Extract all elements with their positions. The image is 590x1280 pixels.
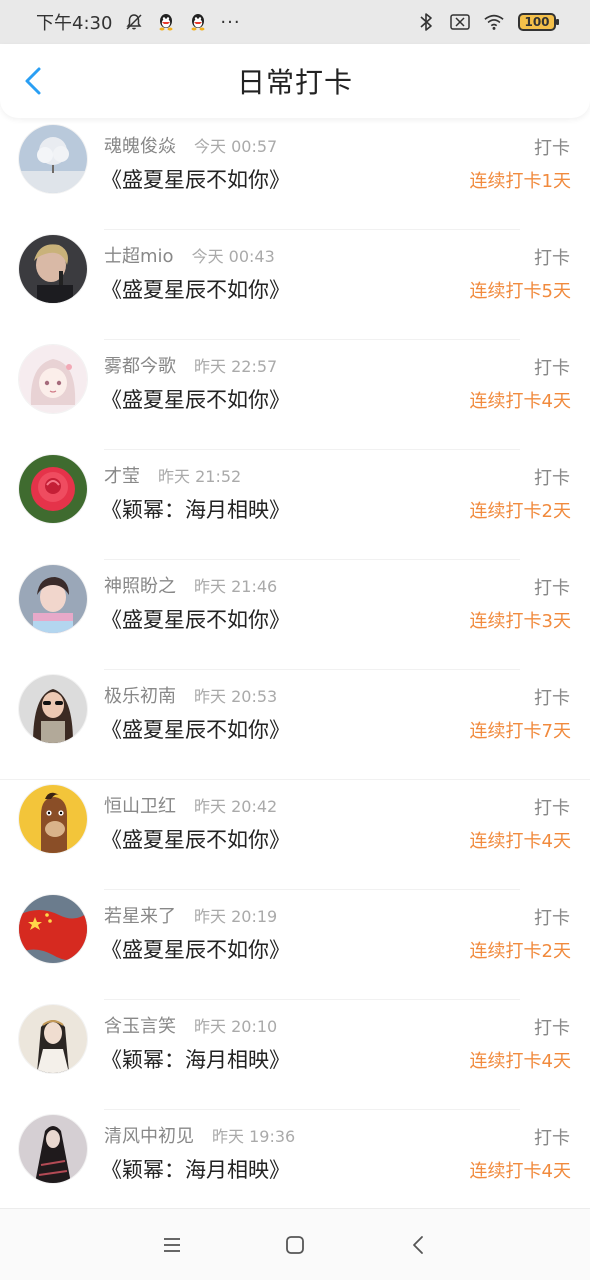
page-title: 日常打卡 [236,66,353,99]
list-item[interactable]: 含玉言笑 昨天 20:10 《颖幂：海月相映》 打卡 连续打卡4天 [0,1000,590,1110]
user-name[interactable]: 含玉言笑 [104,1012,176,1038]
wifi-icon [484,12,504,32]
status-left: 下午4:30 ··· [36,9,241,35]
streak-badge: 连续打卡2天 [469,941,571,962]
winter-tree-avatar[interactable] [19,125,87,193]
streak-badge: 连续打卡4天 [469,831,571,852]
book-title[interactable]: 《颖幂：海月相映》 [101,1044,290,1074]
checkin-time: 今天 00:43 [191,247,275,266]
home-button[interactable] [280,1230,310,1260]
more-notifications-dots: ··· [220,11,241,33]
checkin-time: 昨天 20:19 [194,907,278,926]
menu-icon [163,1237,180,1252]
list-item[interactable]: 清风中初见 昨天 19:36 《颖幂：海月相映》 打卡 连续打卡4天 [0,1110,590,1220]
user-name[interactable]: 若星来了 [104,902,176,928]
checkin-action-label: 打卡 [534,1018,570,1039]
menu-button[interactable] [157,1230,187,1260]
list-item[interactable]: 雾都今歌 昨天 22:57 《盛夏星辰不如你》 打卡 连续打卡4天 [0,340,590,450]
chevron-left-icon [25,67,41,95]
checkin-action-label: 打卡 [534,358,570,379]
checkin-action-label: 打卡 [534,798,570,819]
bell-off-icon [124,12,144,32]
checkin-time: 今天 00:57 [194,137,278,156]
qq-icon [188,12,208,32]
checkin-time: 昨天 21:46 [194,577,278,596]
user-name[interactable]: 清风中初见 [104,1122,194,1148]
book-title[interactable]: 《盛夏星辰不如你》 [101,824,290,854]
user-name[interactable]: 才莹 [104,462,140,488]
back-chevron-icon [413,1235,424,1254]
battery-level: 100 [524,15,550,29]
book-title[interactable]: 《颖幂：海月相映》 [101,494,290,524]
user-name[interactable]: 恒山卫红 [104,792,176,818]
book-title[interactable]: 《盛夏星辰不如你》 [101,164,290,194]
checkin-action-label: 打卡 [534,468,570,489]
sim-x-icon [450,12,470,32]
list-item[interactable]: 恒山卫红 昨天 20:42 《盛夏星辰不如你》 打卡 连续打卡4天 [0,780,590,890]
rose-avatar[interactable] [19,455,87,523]
user-name[interactable]: 极乐初南 [104,682,176,708]
book-title[interactable]: 《盛夏星辰不如你》 [101,384,290,414]
list-item[interactable]: 才莹 昨天 21:52 《颖幂：海月相映》 打卡 连续打卡2天 [0,450,590,560]
streak-badge: 连续打卡7天 [469,721,571,742]
qq-icon [156,12,176,32]
user-name[interactable]: 神照盼之 [104,572,176,598]
title-bar: 日常打卡 [0,44,590,118]
list-item[interactable]: 神照盼之 昨天 21:46 《盛夏星辰不如你》 打卡 连续打卡3天 [0,560,590,670]
checkin-action-label: 打卡 [534,908,570,929]
status-time: 下午4:30 [36,13,113,34]
checkin-time: 昨天 19:36 [212,1127,296,1146]
status-right: 100 [416,12,559,32]
dark-robe-avatar[interactable] [19,1115,87,1183]
back-button[interactable] [18,66,48,96]
book-title[interactable]: 《颖幂：海月相映》 [101,1154,290,1184]
streak-badge: 连续打卡4天 [469,391,571,412]
bluetooth-icon [416,12,436,32]
checkin-list: 魂魄俊焱 今天 00:57 《盛夏星辰不如你》 打卡 连续打卡1天 士超mio … [0,120,590,1220]
checkin-time: 昨天 20:10 [194,1017,278,1036]
book-title[interactable]: 《盛夏星辰不如你》 [101,274,290,304]
list-item[interactable]: 极乐初南 昨天 20:53 《盛夏星辰不如你》 打卡 连续打卡7天 [0,670,590,780]
checkin-time: 昨天 21:52 [158,467,242,486]
user-name[interactable]: 魂魄俊焱 [104,132,176,158]
checkin-time: 昨天 20:42 [194,797,278,816]
system-back-button[interactable] [403,1230,433,1260]
checkin-action-label: 打卡 [534,1128,570,1149]
woman-sunglasses-avatar[interactable] [19,675,87,743]
streak-badge: 连续打卡3天 [469,611,571,632]
battery-icon: 100 [518,13,559,31]
ancient-costume-avatar[interactable] [19,1005,87,1073]
checkin-action-label: 打卡 [534,138,570,159]
checkin-action-label: 打卡 [534,688,570,709]
checkin-time: 昨天 20:53 [194,687,278,706]
checkin-action-label: 打卡 [534,248,570,269]
status-bar: 下午4:30 ··· 100 [0,0,590,44]
streak-badge: 连续打卡5天 [469,281,571,302]
streak-badge: 连续打卡2天 [469,501,571,522]
user-name[interactable]: 雾都今歌 [104,352,176,378]
horse-cartoon-avatar[interactable] [19,785,87,853]
list-item[interactable]: 魂魄俊焱 今天 00:57 《盛夏星辰不如你》 打卡 连续打卡1天 [0,120,590,230]
list-item[interactable]: 士超mio 今天 00:43 《盛夏星辰不如你》 打卡 连续打卡5天 [0,230,590,340]
streak-badge: 连续打卡4天 [469,1051,571,1072]
book-title[interactable]: 《盛夏星辰不如你》 [101,714,290,744]
girl-photo-avatar[interactable] [19,565,87,633]
singer-avatar[interactable] [19,235,87,303]
book-title[interactable]: 《盛夏星辰不如你》 [101,934,290,964]
flag-avatar[interactable] [19,895,87,963]
checkin-action-label: 打卡 [534,578,570,599]
anime-girl-avatar[interactable] [19,345,87,413]
streak-badge: 连续打卡1天 [469,171,571,192]
user-name[interactable]: 士超mio [104,242,174,268]
system-nav-bar [0,1208,590,1280]
home-square-icon [286,1235,304,1254]
list-item[interactable]: 若星来了 昨天 20:19 《盛夏星辰不如你》 打卡 连续打卡2天 [0,890,590,1000]
checkin-time: 昨天 22:57 [194,357,278,376]
book-title[interactable]: 《盛夏星辰不如你》 [101,604,290,634]
streak-badge: 连续打卡4天 [469,1161,571,1182]
